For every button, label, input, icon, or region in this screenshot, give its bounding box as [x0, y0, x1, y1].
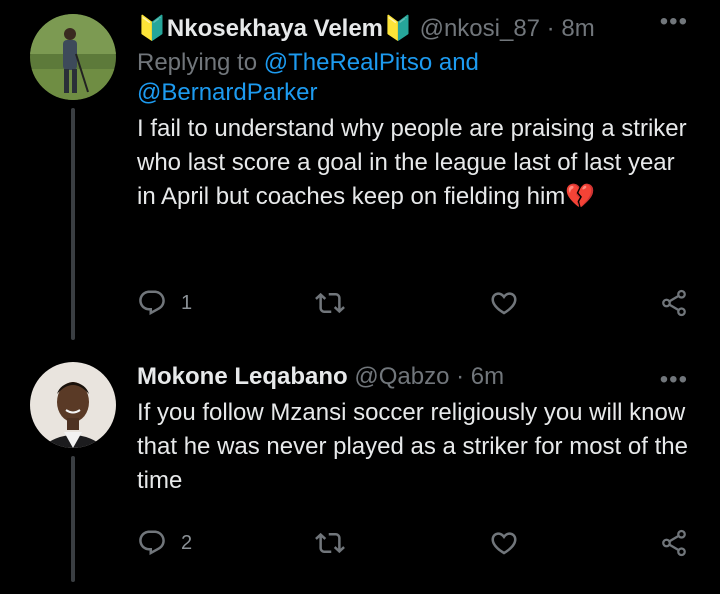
- mention-therealpitso[interactable]: @TheRealPitso: [264, 49, 432, 76]
- reply-icon: [139, 290, 165, 316]
- retweet-button[interactable]: [315, 288, 345, 318]
- avatar-image: [30, 14, 116, 100]
- mention-bernardparker[interactable]: @BernardParker: [137, 79, 317, 106]
- display-name[interactable]: Mokone Leqabano: [137, 363, 348, 390]
- like-icon: [491, 292, 517, 315]
- separator-dot: ·: [449, 363, 471, 390]
- retweet-button[interactable]: [315, 528, 345, 558]
- user-handle[interactable]: @nkosi_87: [420, 15, 540, 42]
- like-icon: [491, 532, 517, 555]
- tweet-header: 🔰Nkosekhaya Velem🔰 @nkosi_87 · 8m: [137, 14, 690, 44]
- tweet-2[interactable]: Mokone Leqabano @Qabzo · 6m If you follo…: [0, 340, 720, 594]
- tweet-actions: 2: [137, 528, 690, 560]
- retweet-icon: [315, 532, 345, 554]
- replying-label: Replying to: [137, 49, 264, 76]
- timestamp[interactable]: 6m: [471, 363, 504, 390]
- timestamp[interactable]: 8m: [561, 15, 594, 42]
- reply-count: 1: [181, 291, 193, 314]
- retweet-icon: [315, 292, 345, 314]
- tweet-text: I fail to understand why people are prai…: [137, 112, 690, 214]
- share-icon: [662, 529, 686, 557]
- replying-and: and: [432, 49, 479, 76]
- avatar-nkosekhaya[interactable]: [30, 14, 116, 100]
- display-name[interactable]: 🔰Nkosekhaya Velem🔰: [137, 15, 413, 42]
- thread-line: [71, 108, 75, 340]
- thread-line: [71, 456, 75, 582]
- tweet-content: Mokone Leqabano @Qabzo · 6m If you follo…: [137, 362, 690, 498]
- reply-icon: [139, 530, 165, 556]
- reply-button[interactable]: 1: [137, 288, 192, 318]
- tweet-1[interactable]: 🔰Nkosekhaya Velem🔰 @nkosi_87 · 8m Replyi…: [0, 0, 720, 340]
- broken-heart-emoji: 💔: [565, 183, 596, 210]
- tweet-header: Mokone Leqabano @Qabzo · 6m: [137, 362, 690, 392]
- share-button[interactable]: [659, 288, 689, 318]
- share-icon: [662, 289, 686, 317]
- reply-button[interactable]: 2: [137, 528, 192, 558]
- share-button[interactable]: [659, 528, 689, 558]
- more-icon[interactable]: •••: [660, 368, 688, 392]
- tweet-body: I fail to understand why people are prai…: [137, 115, 687, 210]
- reply-count: 2: [181, 531, 193, 554]
- like-button[interactable]: [489, 288, 519, 318]
- tweet-text: If you follow Mzansi soccer religiously …: [137, 399, 688, 494]
- more-icon[interactable]: •••: [660, 10, 688, 34]
- tweet-content: 🔰Nkosekhaya Velem🔰 @nkosi_87 · 8m Replyi…: [137, 14, 690, 214]
- like-button[interactable]: [489, 528, 519, 558]
- separator-dot: ·: [540, 15, 562, 42]
- avatar-image: [30, 362, 116, 448]
- avatar-mokone[interactable]: [30, 362, 116, 448]
- tweet-actions: 1: [137, 288, 690, 320]
- user-handle[interactable]: @Qabzo: [354, 363, 449, 390]
- replying-to: Replying to @TheRealPitso and @BernardPa…: [137, 48, 690, 108]
